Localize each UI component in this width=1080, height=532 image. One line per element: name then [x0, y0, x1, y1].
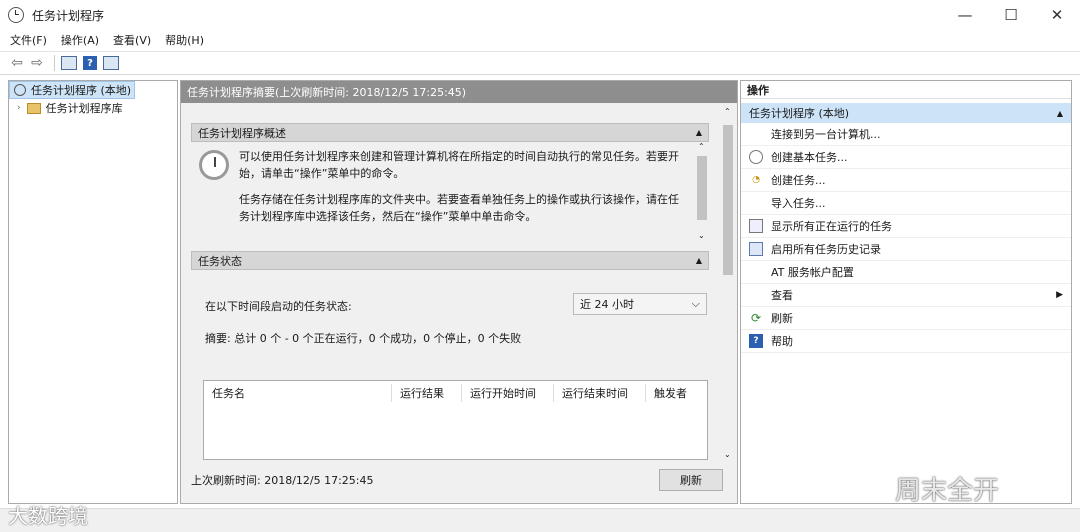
scroll-down-icon[interactable]: ⌄ — [698, 231, 705, 240]
action-help[interactable]: ? 帮助 — [741, 330, 1071, 353]
tree-item-library[interactable]: › 任务计划程序库 — [9, 99, 177, 117]
blank-icon — [749, 265, 763, 279]
summary-footer: 上次刷新时间: 2018/12/5 17:25:45 — [191, 465, 711, 495]
action-show-running[interactable]: 显示所有正在运行的任务 — [741, 215, 1071, 238]
action-view[interactable]: 查看 ▶ — [741, 284, 1071, 307]
chevron-right-icon: ▶ — [1056, 290, 1063, 300]
task-icon: ◔ — [752, 175, 760, 185]
minimize-button[interactable]: — — [942, 0, 988, 30]
action-pane-icon[interactable] — [103, 56, 119, 70]
chevron-down-icon: ⌵ — [691, 297, 700, 310]
watermark-right: 周末全开 — [895, 476, 1000, 506]
summary-scrollbar[interactable]: ⌃ ⌄ — [721, 105, 735, 461]
period-select[interactable]: 近 24 小时 ⌵ — [573, 293, 707, 315]
action-at-service[interactable]: AT 服务帐户配置 — [741, 261, 1071, 284]
scroll-down-icon[interactable]: ⌄ — [724, 450, 731, 459]
collapse-icon[interactable]: ▲ — [1057, 109, 1063, 118]
status-bar — [0, 508, 1080, 532]
tree-item-root[interactable]: 任务计划程序 (本地) — [9, 81, 135, 99]
column-header[interactable]: 运行结束时间 — [554, 384, 646, 402]
history-icon — [749, 242, 763, 256]
overview-paragraph: 任务存储在任务计划程序库的文件夹中。若要查看单独任务上的操作或执行该操作，请在任… — [239, 193, 679, 223]
clock-icon — [199, 150, 229, 180]
clock-icon — [14, 84, 26, 96]
column-header[interactable]: 触发者 — [646, 384, 706, 402]
column-header[interactable]: 运行结果 — [392, 384, 462, 402]
tree-item-label: 任务计划程序库 — [45, 102, 123, 115]
column-header[interactable]: 运行开始时间 — [462, 384, 554, 402]
toolbar: ⇦ ⇨ ? — [0, 51, 1080, 75]
blank-icon — [749, 127, 763, 141]
status-title: 任务状态 — [198, 254, 242, 268]
action-create-basic[interactable]: 创建基本任务... — [741, 146, 1071, 169]
action-connect[interactable]: 连接到另一台计算机... — [741, 123, 1071, 146]
actions-header: 操作 — [741, 81, 1071, 99]
task-table: 任务名 运行结果 运行开始时间 运行结束时间 触发者 — [203, 380, 708, 460]
title-bar: 任务计划程序 — ☐ ✕ — [0, 0, 1080, 30]
list-icon — [749, 219, 763, 233]
column-header[interactable]: 任务名 — [204, 384, 392, 402]
actions-group-label: 任务计划程序 (本地) — [749, 107, 850, 120]
status-label: 在以下时间段启动的任务状态: — [205, 300, 352, 313]
refresh-icon: ⟳ — [750, 311, 762, 325]
status-summary: 摘要: 总计 0 个 - 0 个正在运行，0 个成功，0 个停止，0 个失败 — [205, 332, 522, 345]
actions-panel: 操作 任务计划程序 (本地) ▲ 连接到另一台计算机... 创建基本任务... … — [740, 80, 1072, 504]
blank-icon — [749, 288, 763, 302]
summary-panel: 任务计划程序摘要(上次刷新时间: 2018/12/5 17:25:45) 任务计… — [180, 80, 738, 504]
clock-icon — [749, 150, 763, 164]
watermark-left: 大数跨境 — [8, 504, 88, 528]
action-enable-history[interactable]: 启用所有任务历史记录 — [741, 238, 1071, 261]
action-refresh[interactable]: ⟳ 刷新 — [741, 307, 1071, 330]
forward-arrow-icon[interactable]: ⇨ — [28, 54, 46, 72]
back-arrow-icon[interactable]: ⇦ — [8, 54, 26, 72]
action-import[interactable]: 导入任务... — [741, 192, 1071, 215]
collapse-icon[interactable]: ▲ — [696, 128, 702, 137]
action-create-task[interactable]: ◔ 创建任务... — [741, 169, 1071, 192]
overview-paragraph: 可以使用任务计划程序来创建和管理计算机将在所指定的时间自动执行的常见任务。若要开… — [239, 150, 679, 180]
console-tree-icon[interactable] — [61, 56, 77, 70]
menu-view[interactable]: 查看(V) — [113, 32, 151, 48]
collapse-icon[interactable]: ▲ — [696, 256, 702, 265]
scroll-thumb[interactable] — [697, 156, 707, 220]
status-header[interactable]: 任务状态 ▲ — [191, 251, 709, 270]
menu-bar: 文件(F) 操作(A) 查看(V) 帮助(H) — [0, 30, 1080, 50]
scroll-thumb[interactable] — [723, 125, 733, 275]
window-title: 任务计划程序 — [32, 8, 105, 23]
last-refresh-text: 上次刷新时间: 2018/12/5 17:25:45 — [191, 474, 374, 487]
chevron-right-icon[interactable]: › — [17, 103, 21, 113]
maximize-button[interactable]: ☐ — [988, 0, 1034, 30]
close-button[interactable]: ✕ — [1034, 0, 1080, 30]
menu-help[interactable]: 帮助(H) — [165, 32, 204, 48]
folder-icon — [26, 102, 41, 114]
overview-title: 任务计划程序概述 — [198, 126, 286, 140]
help-icon[interactable]: ? — [83, 56, 97, 70]
menu-file[interactable]: 文件(F) — [10, 32, 47, 48]
toolbar-divider — [54, 55, 55, 71]
scroll-up-icon[interactable]: ⌃ — [698, 142, 705, 151]
tree-panel: 任务计划程序 (本地) › 任务计划程序库 — [8, 80, 178, 504]
period-value: 近 24 小时 — [580, 298, 634, 311]
overview-scrollbar[interactable]: ⌃ ⌄ — [695, 142, 709, 242]
overview-section: 任务计划程序概述 ▲ 可以使用任务计划程序来创建和管理计算机将在所指定的时间自动… — [191, 123, 709, 242]
refresh-button[interactable]: 刷新 — [659, 469, 723, 491]
menu-action[interactable]: 操作(A) — [61, 32, 99, 48]
tree-item-label: 任务计划程序 (本地) — [31, 84, 132, 97]
scroll-up-icon[interactable]: ⌃ — [724, 107, 731, 116]
blank-icon — [749, 196, 763, 210]
summary-header: 任务计划程序摘要(上次刷新时间: 2018/12/5 17:25:45) — [181, 81, 737, 103]
overview-header[interactable]: 任务计划程序概述 ▲ — [191, 123, 709, 142]
help-icon: ? — [749, 334, 763, 348]
clock-icon — [8, 7, 24, 23]
actions-group-header[interactable]: 任务计划程序 (本地) ▲ — [741, 103, 1071, 123]
status-section: 任务状态 ▲ 在以下时间段启动的任务状态: 近 24 小时 ⌵ 摘要: 总计 0… — [191, 251, 709, 480]
